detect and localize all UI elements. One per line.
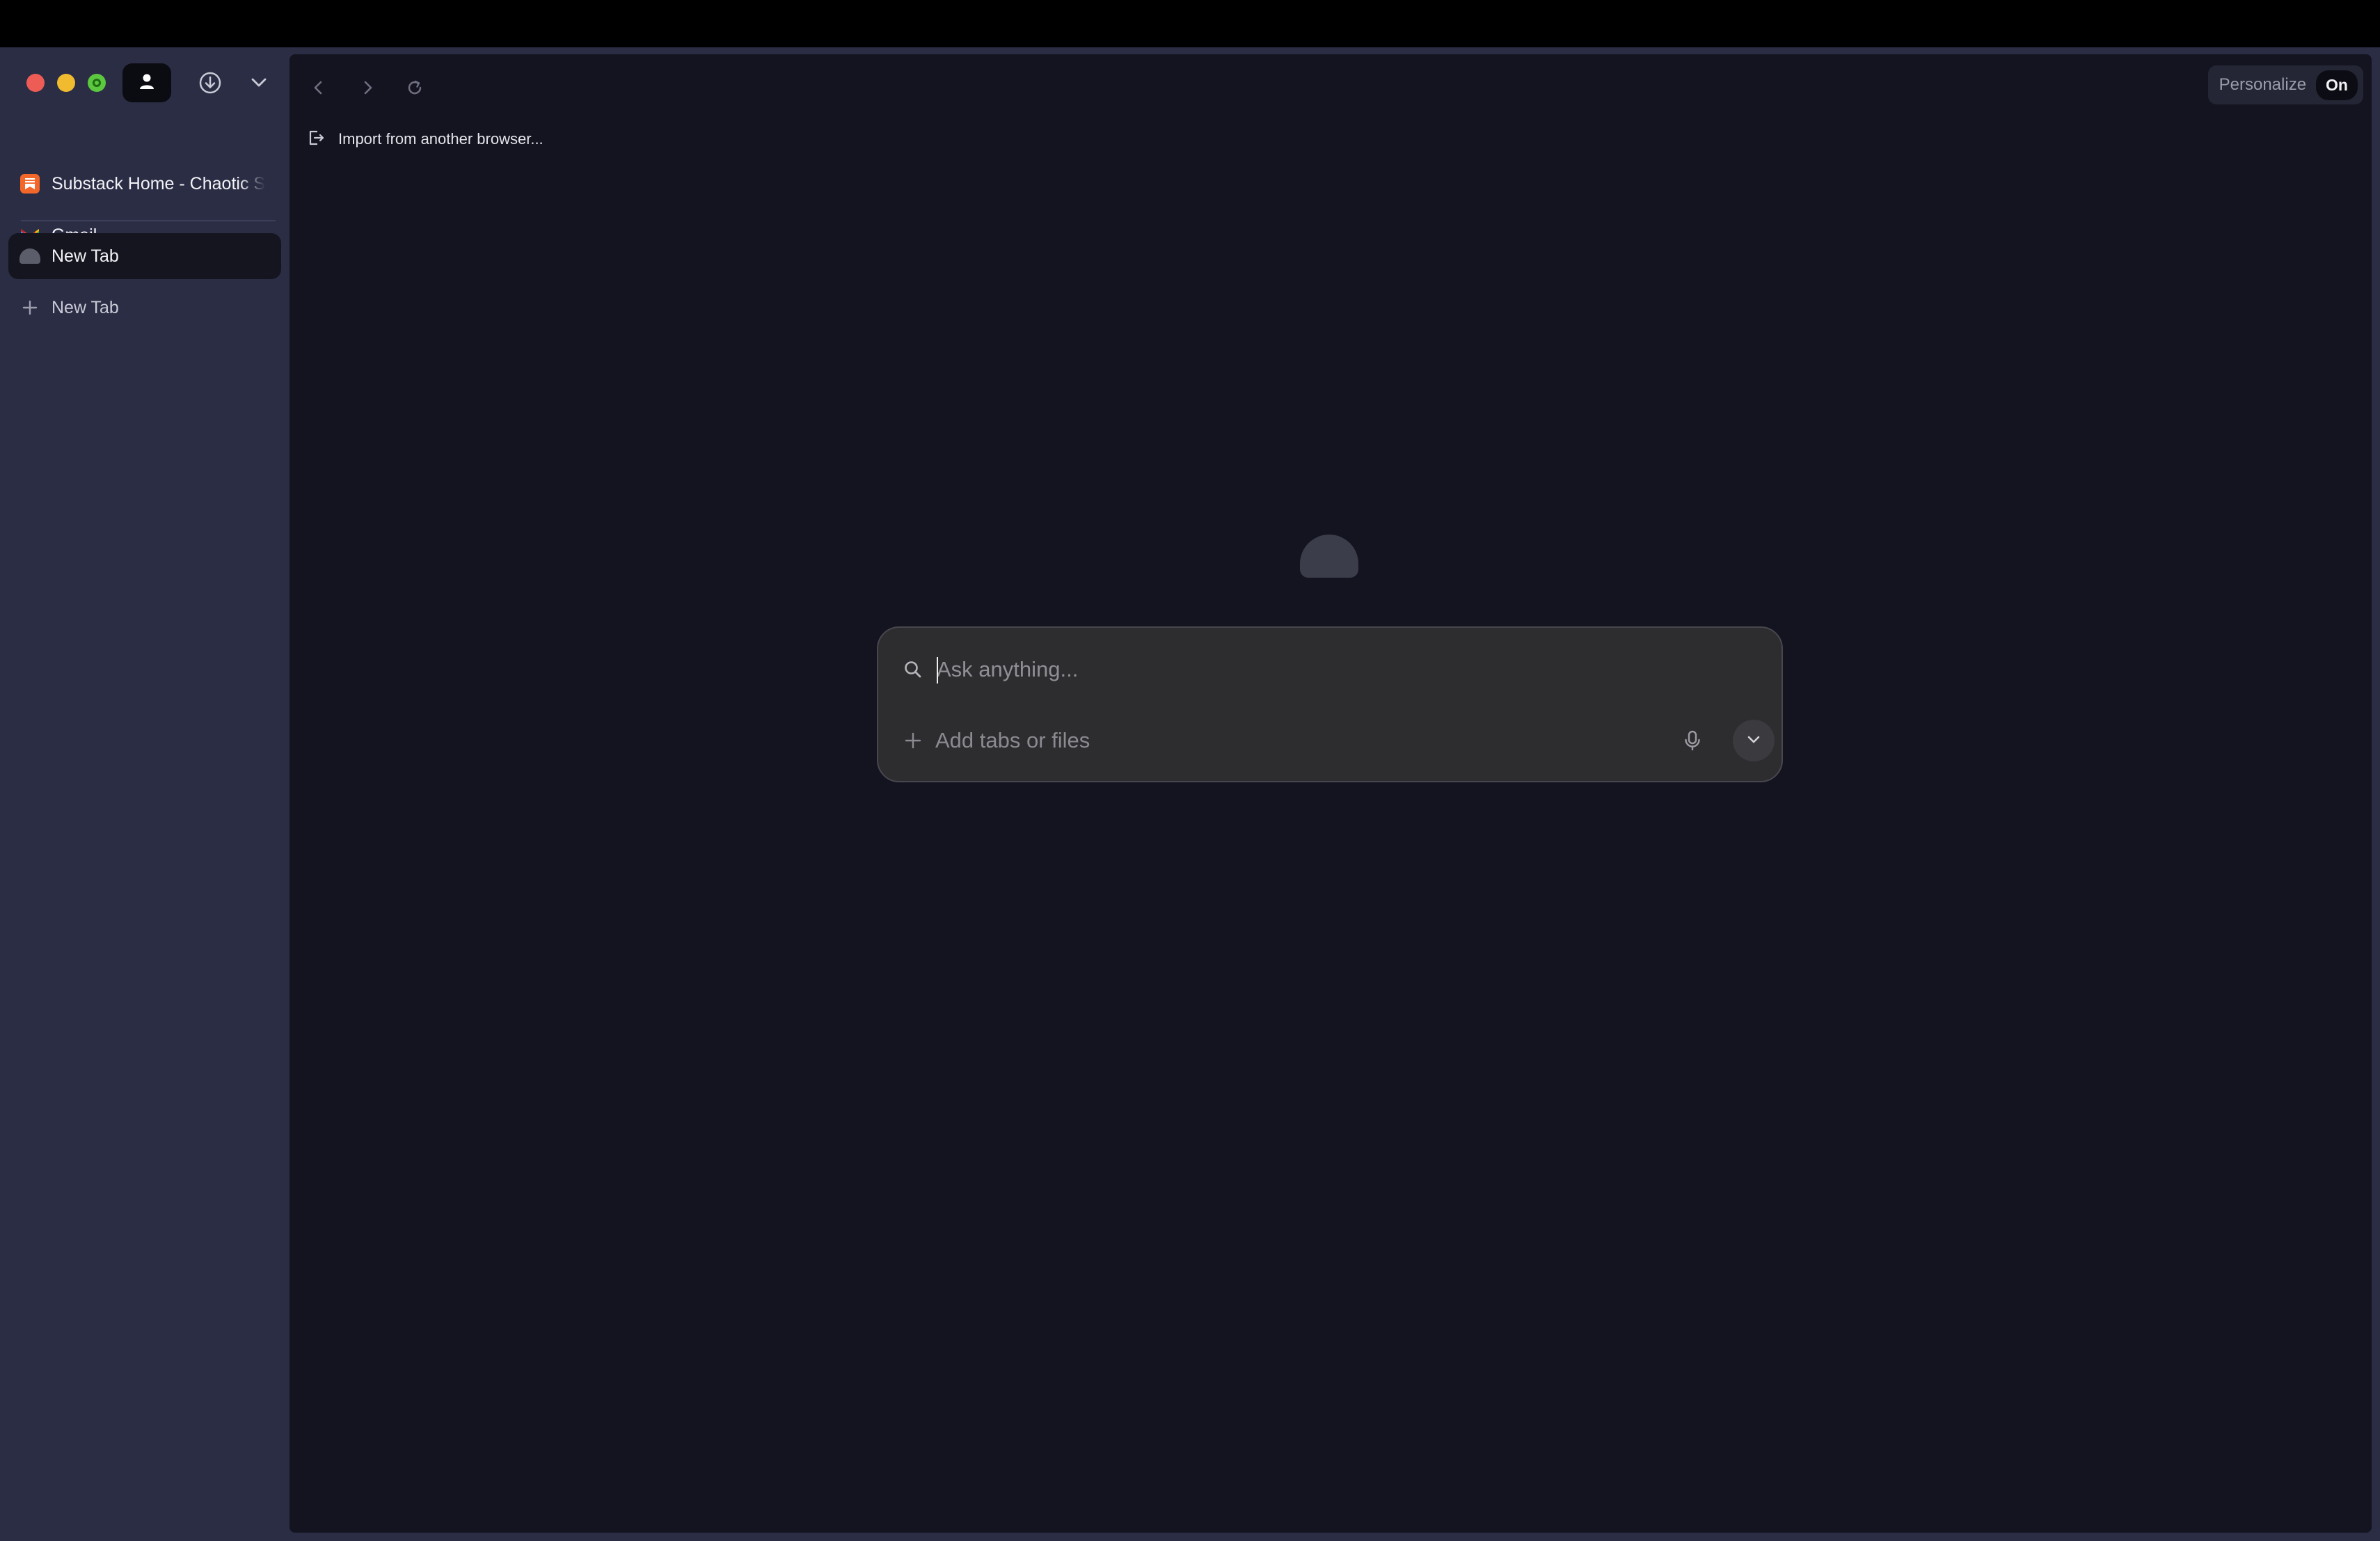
comet-icon (19, 246, 40, 267)
personalize-label: Personalize (2219, 75, 2307, 94)
pinned-tab-substack[interactable]: Substack Home - Chaotic S (8, 161, 281, 207)
close-window-button[interactable] (26, 74, 45, 92)
personalize-toggle[interactable]: Personalize On (2207, 65, 2363, 104)
comet-logo (1300, 535, 1358, 578)
sidebar-menu-button[interactable] (244, 69, 274, 100)
profile-button[interactable] (122, 63, 171, 102)
personalize-state: On (2316, 70, 2358, 100)
plus-icon[interactable] (901, 728, 926, 753)
person-icon (138, 72, 156, 94)
substack-icon (19, 173, 40, 194)
screen-top-bar (0, 0, 2380, 47)
search-icon (901, 657, 926, 682)
pinned-tab-label: Substack Home - Chaotic S (51, 173, 266, 193)
add-tabs-files-button[interactable]: Add tabs or files (935, 727, 1090, 754)
downloads-button[interactable] (195, 69, 225, 100)
reload-button[interactable] (399, 74, 430, 104)
tab-new-tab-active[interactable]: New Tab (8, 233, 281, 279)
import-browser-link[interactable]: Import from another browser... (306, 125, 544, 153)
reload-icon (405, 78, 425, 101)
fullscreen-window-button[interactable] (88, 74, 106, 92)
chevron-right-icon (358, 78, 377, 101)
import-icon (306, 128, 326, 151)
back-button[interactable] (303, 74, 334, 104)
tab-label: New Tab (51, 246, 119, 266)
chevron-left-icon (309, 78, 328, 101)
chevron-down-icon (248, 72, 269, 97)
search-input[interactable] (935, 649, 1743, 690)
ask-box: Add tabs or files (877, 626, 1783, 782)
plus-icon (19, 297, 40, 318)
sidebar: Substack Home - Chaotic S Gmail (0, 47, 288, 1541)
chevron-down-icon (1744, 729, 1763, 752)
download-icon (198, 71, 222, 98)
text-caret (937, 657, 938, 683)
options-dropdown-button[interactable] (1733, 720, 1775, 761)
forward-button[interactable] (352, 74, 383, 104)
minimize-window-button[interactable] (57, 74, 75, 92)
new-tab-button[interactable]: New Tab (8, 285, 281, 331)
browser-window: Substack Home - Chaotic S Gmail (0, 47, 2380, 1541)
main-content: Personalize On Import from another brows… (289, 54, 2372, 1533)
new-tab-label: New Tab (51, 297, 119, 317)
sidebar-divider (21, 220, 276, 221)
microphone-icon[interactable] (1680, 728, 1705, 753)
import-label: Import from another browser... (338, 130, 544, 148)
